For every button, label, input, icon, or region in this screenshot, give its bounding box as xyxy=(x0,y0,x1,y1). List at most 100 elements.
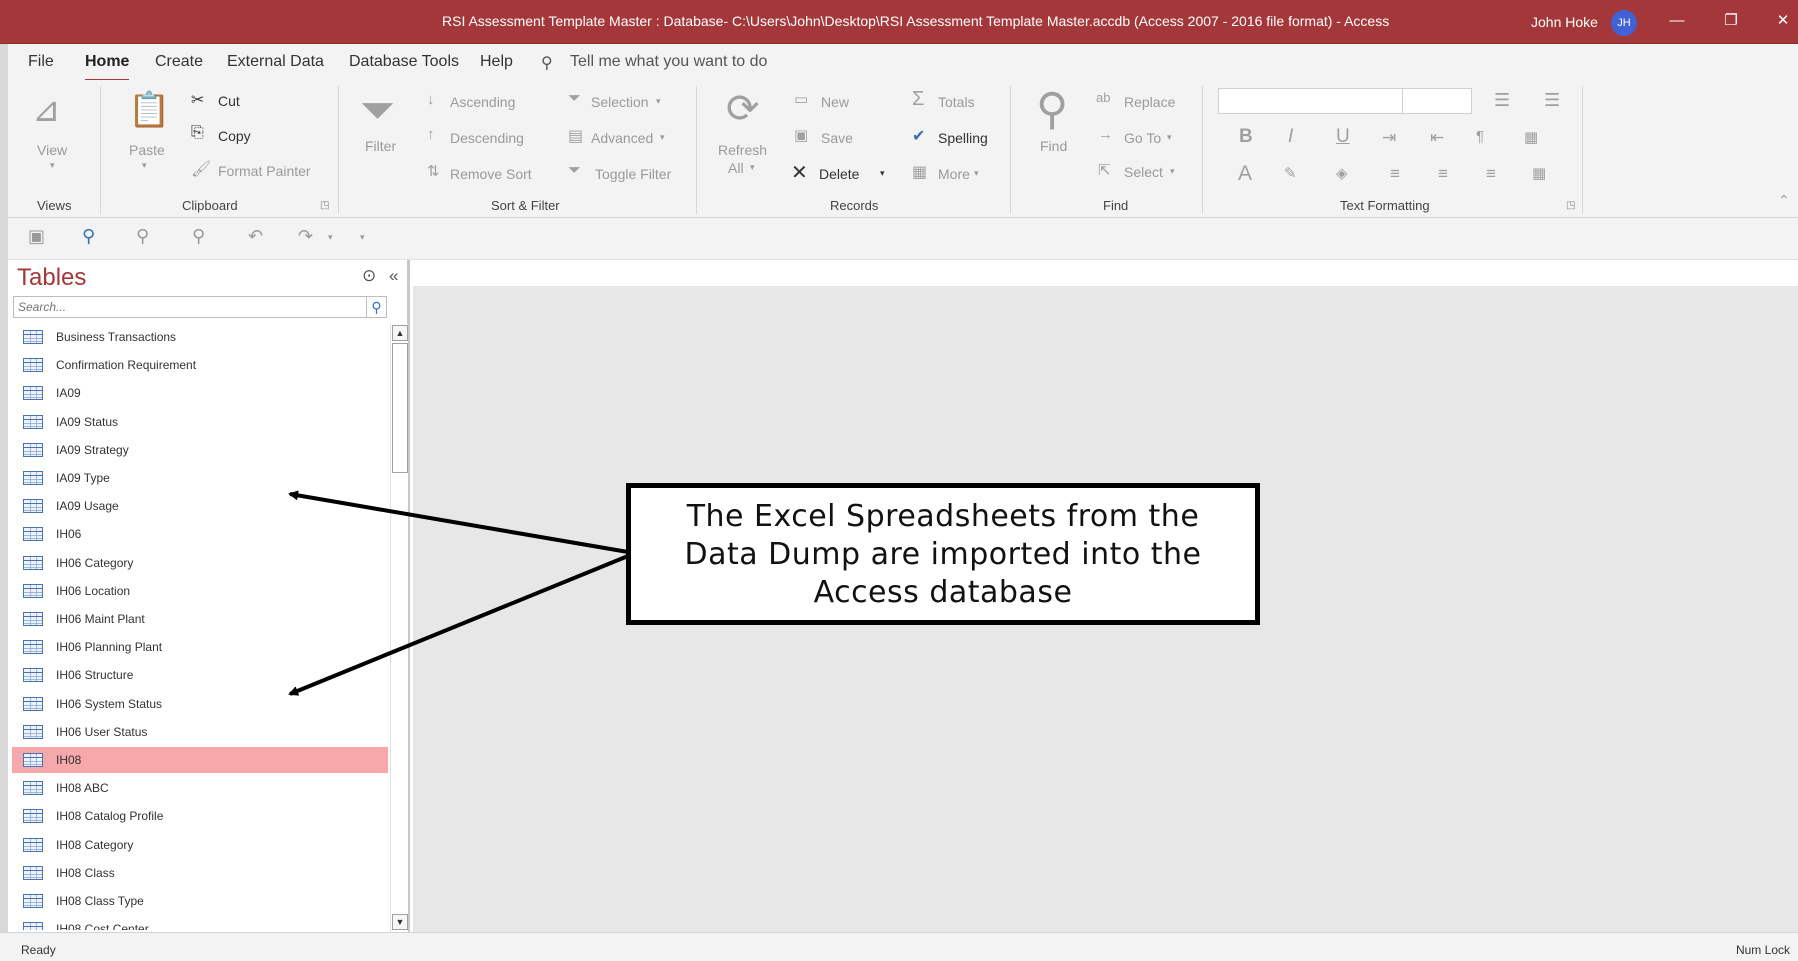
more-icon[interactable]: ▦ xyxy=(912,162,927,182)
copy-button[interactable]: Copy xyxy=(218,128,251,144)
list-item[interactable]: IH06 System Status xyxy=(12,691,388,717)
go-to-icon[interactable]: → xyxy=(1098,126,1113,143)
list-item[interactable]: Confirmation Requirement xyxy=(12,352,388,378)
copy-icon[interactable]: ⎘ xyxy=(191,124,204,142)
paste-button[interactable]: Paste xyxy=(129,142,165,158)
totals-button[interactable]: Totals xyxy=(938,94,975,110)
zoom-icon[interactable]: ⚲ xyxy=(192,226,205,247)
view-icon[interactable]: ⊿ xyxy=(32,90,61,130)
tab-home[interactable]: Home xyxy=(85,53,130,82)
spelling-check-icon[interactable]: ✔ xyxy=(912,126,925,146)
nav-title[interactable]: Tables xyxy=(17,264,86,292)
user-name[interactable]: John Hoke xyxy=(1531,14,1598,30)
view-button[interactable]: View xyxy=(37,142,67,158)
scroll-thumb[interactable] xyxy=(392,343,408,473)
advanced-button[interactable]: Advanced xyxy=(591,130,653,146)
list-item[interactable]: IH06 Planning Plant xyxy=(12,634,388,660)
toggle-filter-icon[interactable]: ⏷ xyxy=(568,162,581,180)
scissors-icon[interactable]: ✂ xyxy=(191,90,204,110)
selection-filter-icon[interactable]: ⏷ xyxy=(568,90,581,108)
descending-button[interactable]: Descending xyxy=(450,130,524,146)
select-button[interactable]: Select xyxy=(1124,164,1163,180)
list-item[interactable]: IH08 xyxy=(12,747,388,773)
refresh-all-button[interactable]: Refresh xyxy=(718,142,767,158)
delete-dropdown-icon[interactable]: ▾ xyxy=(880,168,885,179)
align-center-icon[interactable]: ≡ xyxy=(1438,164,1448,184)
list-item[interactable]: IA09 Type xyxy=(12,465,388,491)
replace-icon[interactable]: ab xyxy=(1096,90,1110,105)
avatar[interactable]: JH xyxy=(1611,10,1637,36)
list-item[interactable]: IH06 Category xyxy=(12,550,388,576)
find-button[interactable]: Find xyxy=(1040,138,1067,154)
tab-help[interactable]: Help xyxy=(480,53,513,71)
refresh-all-label[interactable]: All xyxy=(728,160,744,176)
list-item[interactable]: IH06 Structure xyxy=(12,662,388,688)
spelling-button[interactable]: Spelling xyxy=(938,130,988,146)
bullets-icon[interactable]: ☰ xyxy=(1494,90,1510,111)
numbering-icon[interactable]: ☰ xyxy=(1544,90,1560,111)
advanced-filter-icon[interactable]: ▤ xyxy=(568,126,583,146)
gridlines-icon[interactable]: ▦ xyxy=(1524,128,1538,146)
font-size-dropdown[interactable] xyxy=(1402,88,1472,114)
list-item[interactable]: IA09 Status xyxy=(12,409,388,435)
align-right-icon[interactable]: ≡ xyxy=(1486,164,1496,184)
sort-ascending-icon[interactable]: ↓ xyxy=(427,91,435,108)
list-item[interactable]: IA09 Usage xyxy=(12,493,388,519)
save-record-icon[interactable]: ▣ xyxy=(794,126,808,144)
save-record-button[interactable]: Save xyxy=(821,130,853,146)
clipboard-launcher-icon[interactable]: ◳ xyxy=(320,200,329,211)
funnel-icon[interactable]: ⏷ xyxy=(360,86,395,136)
list-item[interactable]: IH08 Cost Center xyxy=(12,916,388,930)
list-item[interactable]: IH06 Location xyxy=(12,578,388,604)
restore-button[interactable]: ❐ xyxy=(1716,8,1746,34)
filter-button[interactable]: Filter xyxy=(365,138,396,154)
list-item[interactable]: IH08 ABC xyxy=(12,775,388,801)
search-input[interactable] xyxy=(14,297,354,317)
go-to-button[interactable]: Go To xyxy=(1124,130,1161,146)
minimize-button[interactable]: — xyxy=(1662,8,1692,34)
search-icon[interactable]: ⚲ xyxy=(541,53,553,73)
text-formatting-launcher-icon[interactable]: ◳ xyxy=(1566,200,1575,211)
fill-color-icon[interactable]: ◈ xyxy=(1336,164,1348,182)
view-dropdown-icon[interactable]: ▾ xyxy=(50,160,55,171)
alternate-row-color-icon[interactable]: ▦ xyxy=(1532,164,1546,182)
more-dropdown-icon[interactable]: ▾ xyxy=(974,168,979,179)
list-item[interactable]: IH06 User Status xyxy=(12,719,388,745)
sigma-icon[interactable]: Σ xyxy=(912,88,924,111)
remove-sort-icon[interactable]: ⇅ xyxy=(427,162,440,180)
new-record-button[interactable]: New xyxy=(821,94,849,110)
tab-create[interactable]: Create xyxy=(155,53,203,71)
tab-database-tools[interactable]: Database Tools xyxy=(349,53,459,71)
replace-button[interactable]: Replace xyxy=(1124,94,1175,110)
search-icon[interactable]: ⚲ xyxy=(82,226,95,247)
more-button[interactable]: More xyxy=(938,166,970,182)
indent-increase-icon[interactable]: ⇥ xyxy=(1382,128,1396,148)
undo-icon[interactable]: ↶ xyxy=(248,226,263,247)
align-left-icon[interactable]: ≡ xyxy=(1390,164,1400,184)
find-magnifier-icon[interactable]: ⚲ xyxy=(1036,84,1068,135)
delete-button[interactable]: Delete xyxy=(819,166,859,182)
close-button[interactable]: ✕ xyxy=(1768,8,1798,34)
list-item[interactable]: IH08 Class Type xyxy=(12,888,388,914)
select-dropdown-icon[interactable]: ▾ xyxy=(1170,166,1175,177)
list-item[interactable]: IH06 Maint Plant xyxy=(12,606,388,632)
collapse-pane-icon[interactable]: « xyxy=(389,266,398,286)
list-item[interactable]: IH06 xyxy=(12,521,388,547)
font-name-dropdown[interactable] xyxy=(1218,88,1410,114)
delete-icon[interactable]: ✕ xyxy=(791,160,808,185)
tab-file[interactable]: File xyxy=(28,53,54,71)
list-item[interactable]: IA09 Strategy xyxy=(12,437,388,463)
refresh-icon[interactable]: ⟳ xyxy=(726,86,760,132)
collapse-ribbon-icon[interactable]: ⌃ xyxy=(1778,192,1790,209)
indent-decrease-icon[interactable]: ⇤ xyxy=(1430,128,1444,148)
go-to-dropdown-icon[interactable]: ▾ xyxy=(1167,132,1172,143)
search-icon[interactable]: ⚲ xyxy=(366,297,386,317)
scroll-up-icon[interactable]: ▲ xyxy=(392,325,408,341)
tab-external-data[interactable]: External Data xyxy=(227,53,324,71)
list-item[interactable]: IH08 Catalog Profile xyxy=(12,803,388,829)
list-item[interactable]: Business Transactions xyxy=(12,324,388,350)
selection-button[interactable]: Selection xyxy=(591,94,649,110)
brush-icon[interactable]: 🖌 xyxy=(191,159,211,179)
underline-button[interactable]: U xyxy=(1336,126,1350,148)
list-item[interactable]: IH08 Class xyxy=(12,860,388,886)
